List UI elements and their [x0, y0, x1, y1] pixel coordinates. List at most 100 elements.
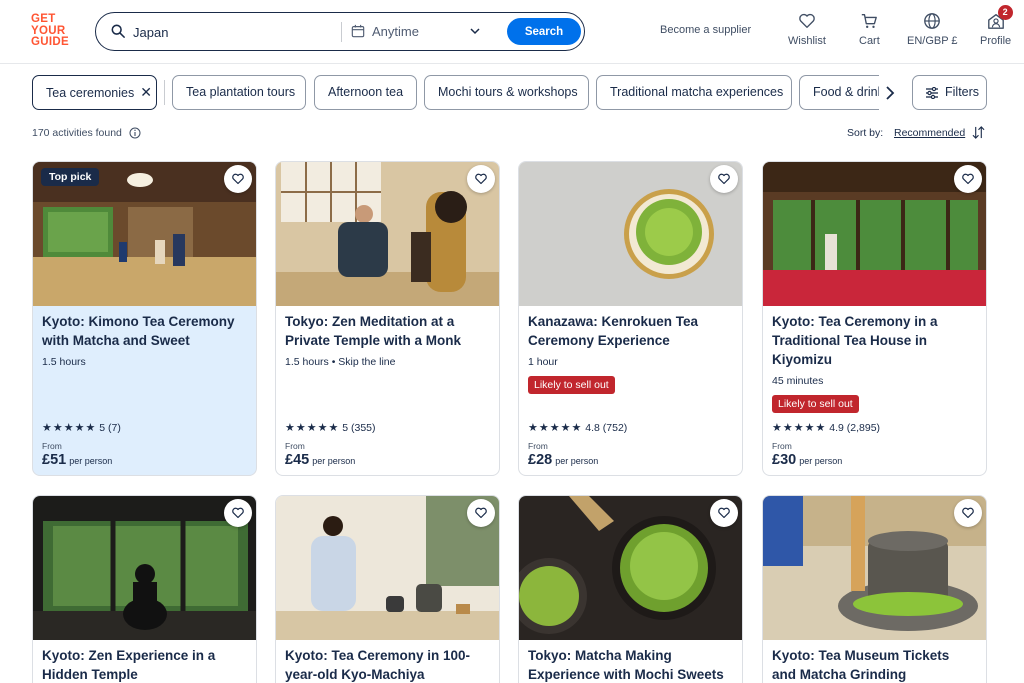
chip-mochi-tours[interactable]: Mochi tours & workshops [424, 75, 589, 110]
cart-nav[interactable]: Cart [859, 12, 880, 47]
brand-logo[interactable]: GET YOUR GUIDE [31, 13, 77, 49]
wishlist-button[interactable] [710, 165, 738, 193]
activity-card[interactable]: Kyoto: Tea Ceremony in a Traditional Tea… [762, 161, 987, 476]
activity-image[interactable] [519, 496, 742, 640]
activity-card[interactable]: Kyoto: Tea Museum Tickets and Matcha Gri… [762, 495, 987, 683]
heart-icon [232, 507, 244, 519]
wishlist-button[interactable] [467, 165, 495, 193]
activity-rating: ★★★★★ 4.9 (2,895) [772, 421, 880, 434]
cart-icon [862, 14, 878, 29]
review-count: (752) [602, 422, 628, 434]
activity-price: £45 per person [285, 452, 355, 468]
filters-label: Filters [945, 85, 980, 99]
date-picker[interactable]: Anytime [372, 24, 419, 39]
price-unit: per person [69, 456, 113, 466]
search-input[interactable] [133, 22, 333, 42]
chip-label: Afternoon tea [328, 85, 404, 99]
review-count: (355) [351, 422, 376, 434]
close-icon[interactable]: ✕ [140, 84, 152, 100]
activity-image[interactable] [519, 162, 742, 306]
activity-image[interactable] [763, 162, 986, 306]
chip-food-drink[interactable]: Food & drink [799, 75, 879, 110]
chip-tea-ceremonies[interactable]: Tea ceremonies ✕ [32, 75, 157, 110]
sort-dropdown[interactable]: Recommended [894, 127, 965, 139]
price-unit: per person [555, 456, 599, 466]
wishlist-nav[interactable]: Wishlist [788, 12, 826, 47]
wishlist-button[interactable] [710, 499, 738, 527]
price-unit: per person [799, 456, 843, 466]
rating-value: 4.9 [829, 422, 844, 434]
locale-label: EN/GBP £ [907, 35, 958, 47]
activity-card[interactable]: Kanazawa: Kenrokuen Tea Ceremony Experie… [518, 161, 743, 476]
sort-icon[interactable] [972, 126, 985, 139]
chip-afternoon-tea[interactable]: Afternoon tea [314, 75, 417, 110]
wishlist-button[interactable] [224, 499, 252, 527]
chevron-right-icon[interactable] [880, 83, 900, 103]
activity-title[interactable]: Kyoto: Tea Museum Tickets and Matcha Gri… [772, 646, 977, 683]
price-from-label: From [42, 441, 62, 451]
activity-image[interactable]: Top pick [33, 162, 256, 306]
search-icon [111, 24, 125, 38]
info-icon[interactable] [129, 127, 141, 139]
activity-title[interactable]: Kyoto: Zen Experience in a Hidden Temple [42, 646, 247, 683]
activity-title[interactable]: Tokyo: Matcha Making Experience with Moc… [528, 646, 733, 683]
wishlist-button[interactable] [954, 165, 982, 193]
activity-rating: ★★★★★ 4.8 (752) [528, 421, 627, 434]
wishlist-button[interactable] [467, 499, 495, 527]
activity-card[interactable]: Kyoto: Zen Experience in a Hidden Temple [32, 495, 257, 683]
wishlist-button[interactable] [954, 499, 982, 527]
sliders-icon [926, 87, 938, 99]
chip-divider [164, 80, 165, 105]
activity-card[interactable]: Kyoto: Tea Ceremony in 100-year-old Kyo-… [275, 495, 500, 683]
chip-label: Food & drink [813, 85, 879, 99]
activity-duration: 1.5 hours • Skip the line [285, 356, 396, 368]
locale-nav[interactable]: EN/GBP £ [907, 12, 958, 47]
price-value: £45 [285, 452, 310, 468]
search-button[interactable]: Search [507, 18, 581, 45]
chip-label: Tea ceremonies [46, 86, 135, 100]
price-from-label: From [285, 441, 305, 451]
filters-button[interactable]: Filters [912, 75, 987, 110]
chip-tea-plantation-tours[interactable]: Tea plantation tours [172, 75, 306, 110]
rating-value: 5 [99, 422, 106, 434]
activity-title[interactable]: Kyoto: Tea Ceremony in 100-year-old Kyo-… [285, 646, 490, 683]
profile-nav[interactable]: 2 Profile [980, 5, 1013, 47]
activity-duration: 1 hour [528, 356, 558, 368]
rating-value: 4.8 [585, 422, 600, 434]
activity-card[interactable]: Tokyo: Zen Meditation at a Private Templ… [275, 161, 500, 476]
wishlist-button[interactable] [224, 165, 252, 193]
activity-image[interactable] [763, 496, 986, 640]
activity-title[interactable]: Kanazawa: Kenrokuen Tea Ceremony Experie… [528, 312, 733, 350]
price-value: £30 [772, 452, 797, 468]
price-unit: per person [312, 456, 356, 466]
search-bar: Anytime Search [95, 12, 585, 51]
rating-value: 5 [342, 422, 349, 434]
activity-image[interactable] [33, 496, 256, 640]
become-supplier-link[interactable]: Become a supplier [660, 24, 751, 36]
results-count: 170 activities found [32, 127, 122, 139]
activity-duration: 45 minutes [772, 375, 824, 387]
review-count: (7) [108, 422, 121, 434]
activity-card[interactable]: Top pick Kyoto: Kimono Tea Ceremony with… [32, 161, 257, 476]
activity-title[interactable]: Tokyo: Zen Meditation at a Private Templ… [285, 312, 490, 350]
activity-card[interactable]: Tokyo: Matcha Making Experience with Moc… [518, 495, 743, 683]
star-icon: ★★★★★ [772, 422, 827, 434]
logo-line-1: GET [31, 13, 56, 25]
activity-title[interactable]: Kyoto: Kimono Tea Ceremony with Matcha a… [42, 312, 247, 350]
activity-duration: 1.5 hours [42, 356, 86, 368]
chip-label: Tea plantation tours [186, 85, 296, 99]
activity-image[interactable] [276, 496, 499, 640]
heart-icon [718, 173, 730, 185]
chip-traditional-matcha[interactable]: Traditional matcha experiences [596, 75, 792, 110]
price-value: £28 [528, 452, 553, 468]
heart-icon [962, 507, 974, 519]
star-icon: ★★★★★ [528, 422, 583, 434]
chevron-down-icon[interactable] [470, 26, 480, 36]
profile-label: Profile [980, 35, 1012, 47]
price-from-label: From [772, 441, 792, 451]
sort-by-label: Sort by: [847, 127, 884, 139]
activity-rating: ★★★★★ 5 (7) [42, 421, 121, 434]
heart-icon [799, 13, 815, 28]
activity-title[interactable]: Kyoto: Tea Ceremony in a Traditional Tea… [772, 312, 977, 369]
activity-image[interactable] [276, 162, 499, 306]
